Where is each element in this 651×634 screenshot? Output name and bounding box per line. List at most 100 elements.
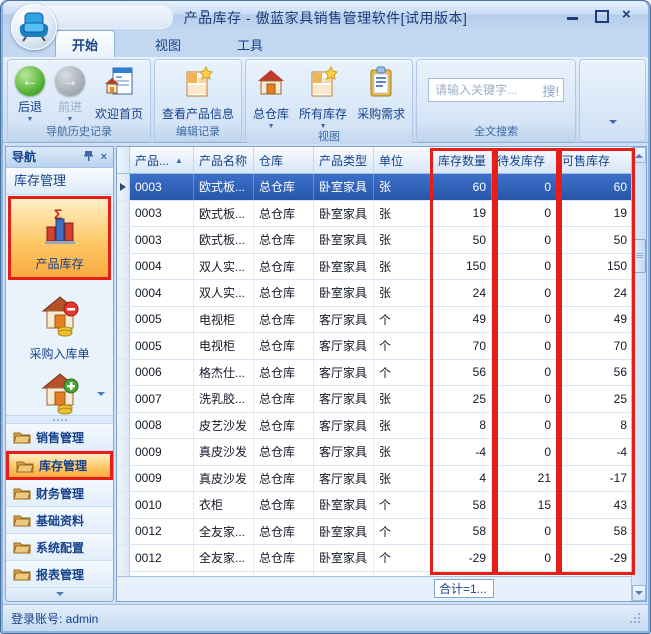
table-cell[interactable]: 总仓库 xyxy=(254,307,314,333)
table-cell[interactable]: 卧室家具 xyxy=(314,227,374,253)
column-header[interactable]: 可售库存 xyxy=(557,147,633,173)
table-cell[interactable]: 个 xyxy=(374,307,433,333)
table-row[interactable]: 0005电视柜总仓库客厅家具个70070 xyxy=(117,333,646,360)
table-cell[interactable]: 15 xyxy=(492,492,557,518)
table-row[interactable]: 0012全友家...总仓库卧室家具个58058 xyxy=(117,519,646,546)
table-row[interactable]: 0007洗乳胶...总仓库客厅家具张25025 xyxy=(117,386,646,413)
table-row[interactable]: 0008皮艺沙发总仓库客厅家具张808 xyxy=(117,413,646,440)
table-cell[interactable]: 58 xyxy=(433,519,492,545)
ribbon-group-collapsed[interactable] xyxy=(579,59,646,142)
table-cell[interactable]: 0006 xyxy=(130,360,194,386)
column-header[interactable]: 待发库存 xyxy=(492,147,557,173)
table-cell[interactable]: 50 xyxy=(433,227,492,253)
table-cell[interactable]: 电视柜 xyxy=(194,307,254,333)
table-cell[interactable]: 0 xyxy=(492,519,557,545)
table-cell[interactable]: 欧式板... xyxy=(194,227,254,253)
table-cell[interactable]: 张 xyxy=(374,254,433,280)
table-cell[interactable]: 卧室家具 xyxy=(314,545,374,571)
table-cell[interactable]: 0 xyxy=(492,439,557,465)
table-cell[interactable]: 客厅家具 xyxy=(314,333,374,359)
table-cell[interactable]: 个 xyxy=(374,545,433,571)
table-cell[interactable]: 总仓库 xyxy=(254,466,314,492)
table-cell[interactable]: 皮艺沙发 xyxy=(194,413,254,439)
table-cell[interactable]: 43 xyxy=(557,492,633,518)
table-row[interactable]: 0005电视柜总仓库客厅家具个49049 xyxy=(117,307,646,334)
sidebar-item-purchase-inbound[interactable]: 采购入库单 xyxy=(6,281,113,366)
tab-view[interactable]: 视图 xyxy=(139,31,197,57)
welcome-home-button[interactable]: 欢迎首页 xyxy=(91,64,147,122)
table-cell[interactable]: 张 xyxy=(374,413,433,439)
table-cell[interactable]: 0005 xyxy=(130,307,194,333)
table-cell[interactable]: 0 xyxy=(492,545,557,571)
table-row[interactable]: 0004双人实...总仓库卧室家具张24024 xyxy=(117,280,646,307)
table-cell[interactable]: 8 xyxy=(433,413,492,439)
table-cell[interactable]: 总仓库 xyxy=(254,227,314,253)
sidebar-menu-item[interactable]: 财务管理 xyxy=(6,480,113,507)
table-cell[interactable]: 张 xyxy=(374,439,433,465)
sidebar-splitter[interactable] xyxy=(6,415,113,424)
table-cell[interactable]: 张 xyxy=(374,386,433,412)
table-cell[interactable]: 客厅家具 xyxy=(314,439,374,465)
table-cell[interactable]: 总仓库 xyxy=(254,360,314,386)
table-cell[interactable]: 欧式板... xyxy=(194,201,254,227)
table-cell[interactable]: 总仓库 xyxy=(254,333,314,359)
table-cell[interactable]: 总仓库 xyxy=(254,413,314,439)
table-cell[interactable]: 客厅家具 xyxy=(314,413,374,439)
table-cell[interactable]: 卧室家具 xyxy=(314,519,374,545)
search-button[interactable]: 搜! xyxy=(542,81,559,100)
table-cell[interactable]: 洗乳胶... xyxy=(194,386,254,412)
table-row[interactable]: 0003欧式板...总仓库卧室家具张50050 xyxy=(117,227,646,254)
table-cell[interactable]: 总仓库 xyxy=(254,439,314,465)
table-cell[interactable]: 21 xyxy=(492,466,557,492)
table-cell[interactable]: 0 xyxy=(492,307,557,333)
table-cell[interactable]: 24 xyxy=(433,280,492,306)
table-cell[interactable]: 卧室家具 xyxy=(314,174,374,200)
purchase-demand-button[interactable]: 采购需求 xyxy=(353,64,409,122)
table-cell[interactable]: 0008 xyxy=(130,413,194,439)
table-cell[interactable]: 0010 xyxy=(130,492,194,518)
sidebar-menu-item[interactable]: 基础资料 xyxy=(6,507,113,534)
back-button[interactable]: ← 后退 ▼ xyxy=(11,64,49,123)
table-cell[interactable]: 总仓库 xyxy=(254,254,314,280)
table-cell[interactable]: 张 xyxy=(374,466,433,492)
close-panel-icon[interactable]: × xyxy=(101,151,107,163)
column-header[interactable]: 仓库 xyxy=(254,147,314,173)
table-cell[interactable]: 25 xyxy=(433,386,492,412)
column-header[interactable]: 产品...▲ xyxy=(130,147,194,173)
table-cell[interactable]: 4 xyxy=(433,466,492,492)
table-cell[interactable]: 客厅家具 xyxy=(314,307,374,333)
table-cell[interactable]: 0012 xyxy=(130,545,194,571)
column-header[interactable]: 单位 xyxy=(374,147,433,173)
table-cell[interactable]: 卧室家具 xyxy=(314,254,374,280)
table-cell[interactable]: 0009 xyxy=(130,439,194,465)
table-cell[interactable]: 格杰仕... xyxy=(194,360,254,386)
table-cell[interactable]: 真皮沙发 xyxy=(194,466,254,492)
main-warehouse-button[interactable]: 总仓库 ▼ xyxy=(249,64,293,130)
table-cell[interactable]: -4 xyxy=(433,439,492,465)
table-cell[interactable]: 0 xyxy=(492,254,557,280)
table-cell[interactable]: 60 xyxy=(557,174,633,200)
table-cell[interactable]: 25 xyxy=(557,386,633,412)
table-cell[interactable]: 个 xyxy=(374,519,433,545)
table-cell[interactable]: 0 xyxy=(492,174,557,200)
table-cell[interactable]: -29 xyxy=(557,545,633,571)
table-cell[interactable]: 0012 xyxy=(130,519,194,545)
table-cell[interactable]: 卧室家具 xyxy=(314,201,374,227)
column-header[interactable]: 产品类型 xyxy=(314,147,374,173)
sidebar-menu-item[interactable]: 报表管理 xyxy=(6,561,113,588)
table-cell[interactable]: 个 xyxy=(374,492,433,518)
table-cell[interactable]: 全友家... xyxy=(194,519,254,545)
tab-tools[interactable]: 工具 xyxy=(221,31,279,57)
table-cell[interactable]: 8 xyxy=(557,413,633,439)
table-cell[interactable]: 张 xyxy=(374,201,433,227)
table-cell[interactable]: 0 xyxy=(492,360,557,386)
table-cell[interactable]: 0 xyxy=(492,201,557,227)
table-cell[interactable]: 0007 xyxy=(130,386,194,412)
table-cell[interactable]: 0004 xyxy=(130,254,194,280)
table-cell[interactable]: 客厅家具 xyxy=(314,466,374,492)
vertical-scrollbar[interactable] xyxy=(631,147,646,601)
table-cell[interactable]: 56 xyxy=(433,360,492,386)
table-row[interactable]: 0004双人实...总仓库卧室家具张1500150 xyxy=(117,254,646,281)
column-header[interactable]: 库存数量 xyxy=(433,147,492,173)
table-cell[interactable]: 0 xyxy=(492,280,557,306)
